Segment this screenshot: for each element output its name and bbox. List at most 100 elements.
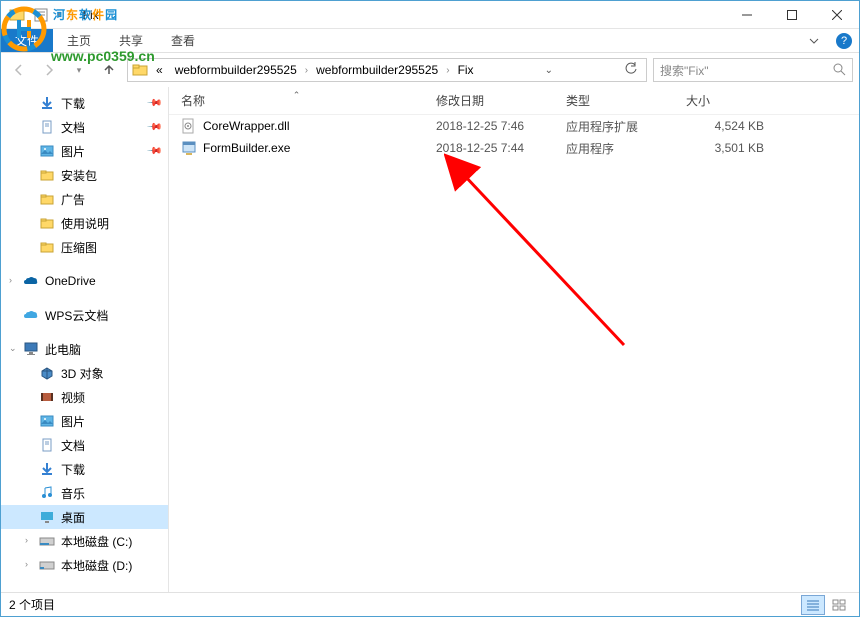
breadcrumb-item[interactable]: Fix [454,63,478,77]
breadcrumb[interactable]: « webformbuilder295525 › webformbuilder2… [127,58,647,82]
music-icon [39,485,55,501]
address-bar: ▾ « webformbuilder295525 › webformbuilde… [1,53,859,87]
folder-icon [39,191,55,207]
column-type[interactable]: 类型 [554,92,674,109]
file-row[interactable]: CoreWrapper.dll 2018-12-25 7:46 应用程序扩展 4… [169,115,859,137]
sidebar-item-documents[interactable]: 文档 📌 [1,115,168,139]
sidebar-label: 桌面 [61,509,85,526]
folder-icon [39,239,55,255]
dropdown-icon[interactable]: ⌄ [541,65,557,76]
sidebar-item-folder[interactable]: 使用说明 [1,211,168,235]
column-date[interactable]: 修改日期 [424,92,554,109]
chevron-down-icon[interactable]: ⌄ [9,343,17,354]
sidebar-label: 使用说明 [61,215,109,232]
folder-icon [9,7,25,23]
chevron-right-icon: › [305,65,308,76]
sidebar-item-wps[interactable]: WPS云文档 [1,303,168,327]
sort-indicator-icon: ⌃ [293,90,301,101]
sidebar-item-onedrive[interactable]: › OneDrive [1,269,168,293]
details-view-button[interactable] [801,595,825,615]
breadcrumb-item[interactable]: webformbuilder295525 [312,63,442,77]
help-button[interactable]: ? [829,29,859,52]
file-list[interactable]: CoreWrapper.dll 2018-12-25 7:46 应用程序扩展 4… [169,115,859,592]
tab-home[interactable]: 主页 [53,29,105,52]
breadcrumb-prefix[interactable]: « [152,63,167,77]
sidebar-label: 此电脑 [45,341,81,358]
qat-dropdown-icon[interactable]: ▾ [57,9,62,20]
sidebar-label: 文档 [61,119,85,136]
chevron-right-icon[interactable]: › [25,535,28,545]
tab-share[interactable]: 共享 [105,29,157,52]
sidebar-item-pictures[interactable]: 图片 [1,409,168,433]
download-icon [39,461,55,477]
annotation-arrow [444,145,644,365]
document-icon [39,119,55,135]
sidebar-item-network[interactable]: › 网络 [1,587,168,592]
window-title: Fix [83,8,99,22]
file-type: 应用程序扩展 [554,118,674,135]
sidebar-item-diskc[interactable]: › 本地磁盘 (C:) [1,529,168,553]
tab-view[interactable]: 查看 [157,29,209,52]
breadcrumb-item[interactable]: webformbuilder295525 [171,63,301,77]
sidebar-item-folder[interactable]: 压缩图 [1,235,168,259]
status-item-count: 2 个项目 [9,596,55,613]
objects3d-icon [39,365,55,381]
sidebar-item-downloads[interactable]: 下载 [1,457,168,481]
sidebar-label: 文档 [61,437,85,454]
large-icons-view-button[interactable] [827,595,851,615]
file-type: 应用程序 [554,140,674,157]
recent-dropdown-icon[interactable]: ▾ [67,58,91,82]
navigation-pane[interactable]: 下载 📌 文档 📌 图片 📌 安装包 广告 使用说明 压缩图 [1,87,169,592]
column-size[interactable]: 大小 [674,92,784,109]
column-name[interactable]: ⌃ 名称 [169,92,424,109]
sidebar-item-videos[interactable]: 视频 [1,385,168,409]
refresh-icon[interactable] [620,62,642,79]
sidebar-label: 视频 [61,389,85,406]
sidebar-item-folder[interactable]: 广告 [1,187,168,211]
sidebar-item-diskd[interactable]: › 本地磁盘 (D:) [1,553,168,577]
sidebar-item-pictures[interactable]: 图片 📌 [1,139,168,163]
file-size: 3,501 KB [674,141,784,155]
column-headers[interactable]: ⌃ 名称 修改日期 类型 大小 [169,87,859,115]
sidebar-label: 压缩图 [61,239,97,256]
ribbon-expand-icon[interactable] [799,29,829,52]
exe-icon [181,140,197,156]
sidebar-item-folder[interactable]: 安装包 [1,163,168,187]
close-button[interactable] [814,1,859,29]
sidebar-item-documents[interactable]: 文档 [1,433,168,457]
video-icon [39,389,55,405]
file-row[interactable]: FormBuilder.exe 2018-12-25 7:44 应用程序 3,5… [169,137,859,159]
column-label: 名称 [181,94,205,108]
picture-icon [39,413,55,429]
sidebar-label: 安装包 [61,167,97,184]
search-input[interactable]: 搜索"Fix" [653,58,853,82]
status-bar: 2 个项目 [1,592,859,616]
maximize-button[interactable] [769,1,814,29]
sidebar-label: 网络 [45,591,69,593]
sidebar-label: WPS云文档 [45,307,108,324]
sidebar-label: 下载 [61,95,85,112]
sidebar-item-music[interactable]: 音乐 [1,481,168,505]
file-size: 4,524 KB [674,119,784,133]
sidebar-label: 图片 [61,413,85,430]
sidebar-label: 下载 [61,461,85,478]
file-tab[interactable]: 文件 [1,29,53,52]
up-button[interactable] [97,58,121,82]
minimize-button[interactable] [724,1,769,29]
sidebar-item-downloads[interactable]: 下载 📌 [1,91,168,115]
chevron-right-icon[interactable]: › [9,275,12,285]
sidebar-item-3dobjects[interactable]: 3D 对象 [1,361,168,385]
properties-icon[interactable] [33,7,49,23]
back-button[interactable] [7,58,31,82]
forward-button[interactable] [37,58,61,82]
sidebar-item-thispc[interactable]: ⌄ 此电脑 [1,337,168,361]
sidebar-item-desktop[interactable]: 桌面 [1,505,168,529]
onedrive-icon [23,273,39,289]
folder-icon [39,167,55,183]
document-icon [39,437,55,453]
file-list-pane: ⌃ 名称 修改日期 类型 大小 CoreWrapper.dll 2018-12-… [169,87,859,592]
pin-icon: 📌 [145,143,162,160]
search-icon[interactable] [832,62,846,79]
ribbon-tabs: 文件 主页 共享 查看 ? [1,29,859,53]
chevron-right-icon[interactable]: › [25,559,28,569]
